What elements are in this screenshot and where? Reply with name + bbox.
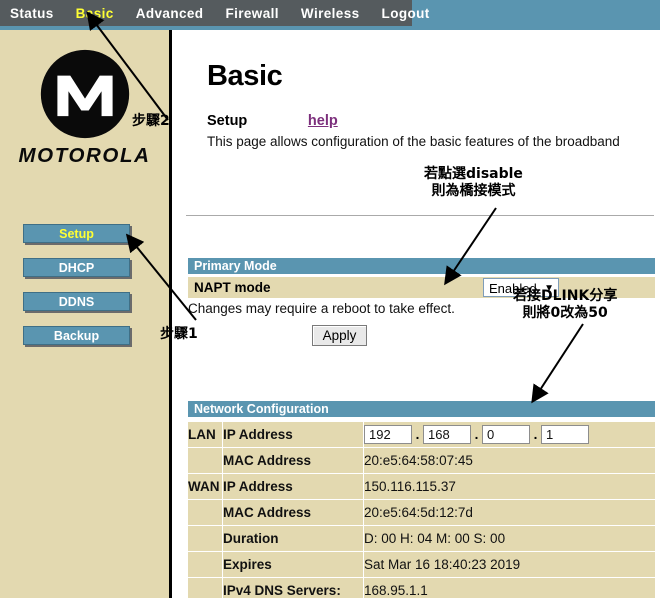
sidebar-item-dhcp[interactable]: DHCP — [23, 258, 130, 277]
row-value: Sat Mar 16 18:40:23 2019 — [363, 551, 655, 578]
ip-separator: . — [533, 427, 538, 442]
lan-ip-octet-3[interactable]: 0 — [482, 425, 530, 444]
nav-item-advanced[interactable]: Advanced — [136, 6, 204, 21]
row-interface — [188, 551, 223, 578]
napt-mode-label: NAPT mode — [188, 277, 480, 298]
section-title: Setup — [207, 113, 248, 129]
table-row: MAC Address 20:e5:64:5d:12:7d — [188, 499, 655, 526]
content-divider — [186, 215, 654, 216]
section-heading-row: Setup help — [207, 113, 338, 129]
table-row: Duration D: 00 H: 04 M: 00 S: 00 — [188, 525, 655, 552]
ip-separator: . — [474, 427, 479, 442]
nav-item-logout[interactable]: Logout — [382, 6, 430, 21]
row-key: IP Address — [222, 422, 364, 448]
row-interface: WAN — [188, 473, 223, 500]
row-value: 20:e5:64:5d:12:7d — [363, 499, 655, 526]
row-key: MAC Address — [222, 447, 364, 474]
row-interface — [188, 525, 223, 552]
nav-item-firewall[interactable]: Firewall — [225, 6, 278, 21]
reboot-note: Changes may require a reboot to take eff… — [188, 301, 455, 316]
network-configuration-header: Network Configuration — [188, 401, 655, 417]
lan-ip-octet-1[interactable]: 192 — [364, 425, 412, 444]
row-value: 168.95.1.1 — [363, 577, 655, 598]
row-key: Duration — [222, 525, 364, 552]
top-band: Status Basic Advanced Firewall Wireless … — [0, 0, 660, 30]
brand-wordmark: MOTOROLA — [18, 144, 151, 167]
annotation-disable-note: 若點選disable 則為橋接模式 — [424, 166, 523, 199]
help-link[interactable]: help — [308, 113, 338, 129]
apply-button[interactable]: Apply — [312, 325, 367, 346]
lan-ip-address-fields: 192 . 168 . 0 . 1 — [363, 422, 655, 448]
sidebar-item-backup[interactable]: Backup — [23, 326, 130, 345]
row-interface — [188, 577, 223, 598]
motorola-batwing-icon — [40, 49, 129, 139]
annotation-step1: 步驟1 — [160, 326, 198, 342]
page-description: This page allows configuration of the ba… — [207, 134, 620, 149]
page-title: Basic — [207, 60, 283, 92]
table-row: WAN IP Address 150.116.115.37 — [188, 473, 655, 500]
table-row: LAN IP Address 192 . 168 . 0 . 1 — [188, 422, 655, 448]
nav-item-status[interactable]: Status — [10, 6, 54, 21]
row-interface — [188, 447, 223, 474]
brand-logo: MOTOROLA — [0, 48, 169, 168]
primary-mode-header: Primary Mode — [188, 258, 655, 274]
row-key: Expires — [222, 551, 364, 578]
row-key: IP Address — [222, 473, 364, 500]
sidebar-item-ddns[interactable]: DDNS — [23, 292, 130, 311]
main-navigation: Status Basic Advanced Firewall Wireless … — [0, 0, 429, 26]
row-value: 20:e5:64:58:07:45 — [363, 447, 655, 474]
table-row: Expires Sat Mar 16 18:40:23 2019 — [188, 551, 655, 578]
row-key: MAC Address — [222, 499, 364, 526]
annotation-step2: 步驟2 — [132, 113, 170, 129]
row-value: 150.116.115.37 — [363, 473, 655, 500]
row-interface: LAN — [188, 422, 223, 448]
lan-ip-octet-2[interactable]: 168 — [423, 425, 471, 444]
row-interface — [188, 499, 223, 526]
network-configuration-table: LAN IP Address 192 . 168 . 0 . 1 MAC Add… — [188, 422, 655, 598]
nav-item-basic[interactable]: Basic — [76, 6, 114, 21]
row-key: IPv4 DNS Servers: — [222, 577, 364, 598]
lan-ip-octet-4[interactable]: 1 — [541, 425, 589, 444]
nav-item-wireless[interactable]: Wireless — [301, 6, 360, 21]
row-value: D: 00 H: 04 M: 00 S: 00 — [363, 525, 655, 552]
table-row: MAC Address 20:e5:64:58:07:45 — [188, 447, 655, 474]
ip-separator: . — [415, 427, 420, 442]
sidebar-item-setup[interactable]: Setup — [23, 224, 130, 243]
annotation-dlink-note: 若接DLINK分享 則將0改為50 — [513, 288, 618, 321]
table-row: IPv4 DNS Servers: 168.95.1.1 — [188, 577, 655, 598]
